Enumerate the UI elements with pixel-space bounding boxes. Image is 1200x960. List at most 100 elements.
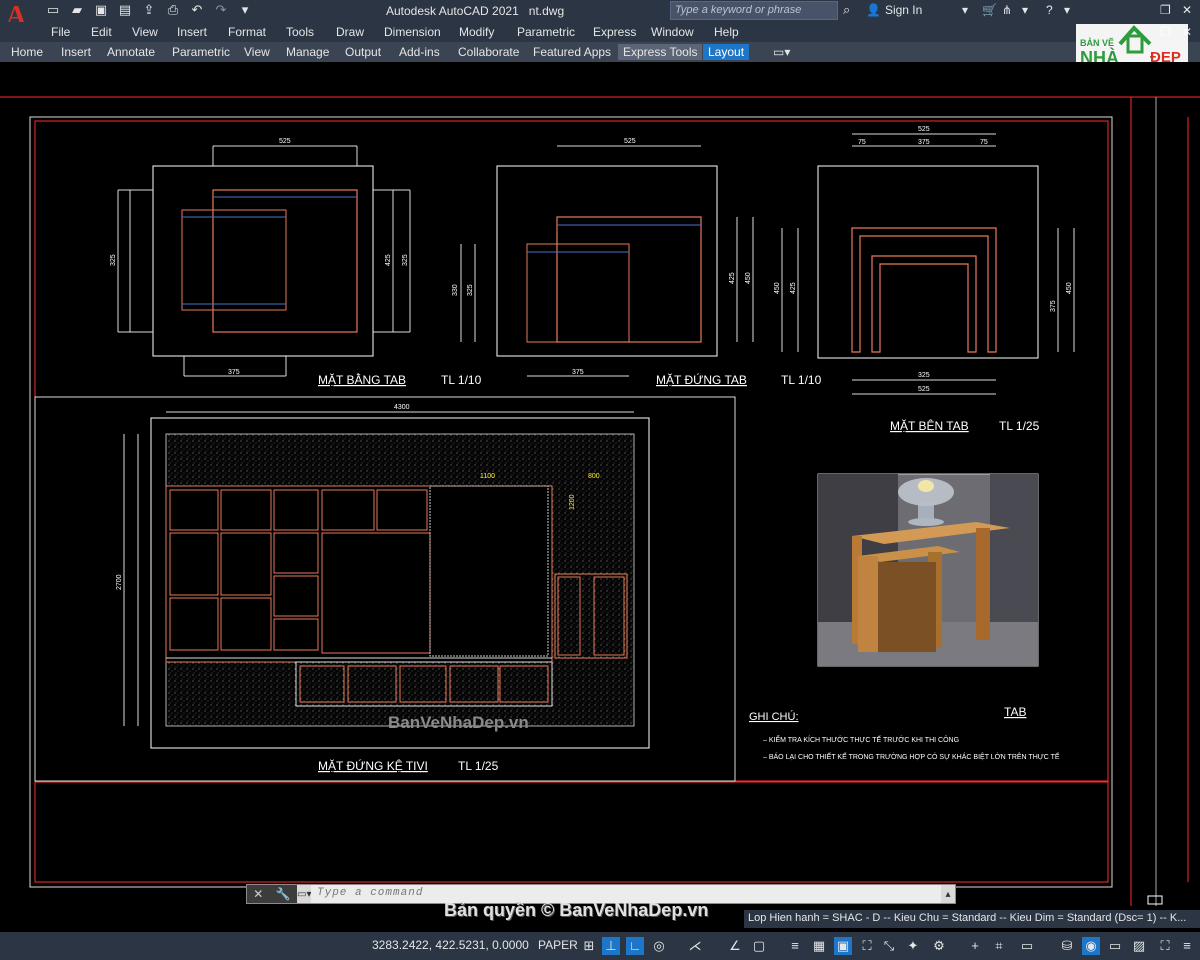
help-dropdown-icon[interactable]: ▾ [1064,3,1070,17]
elev-title: MẶT ĐỨNG TAB [656,372,747,387]
side-dim-top-b: 375 [918,139,930,146]
menu-format[interactable]: Format [228,25,266,39]
customize-dropdown-icon[interactable]: ▾ [236,1,254,19]
customize-command-line-icon[interactable]: 🔧 [276,887,291,901]
side-dim-bottom-b: 525 [918,386,930,393]
help-icon[interactable]: ? [1046,3,1053,17]
banvenhadep-logo: BẢN VẼ NHÀ ĐẸP [1076,14,1188,68]
elev-dim-right-b: 450 [745,272,752,284]
polar-tracking-icon[interactable]: ◎ [650,937,668,955]
annotation-monitor-icon[interactable]: + [966,937,984,955]
menu-file[interactable]: File [51,25,70,39]
menu-edit[interactable]: Edit [91,25,112,39]
open-folder-icon[interactable]: ▰ [68,1,86,19]
tab-manage[interactable]: Manage [281,44,334,60]
hardware-acceleration-icon[interactable]: ▭ [1106,937,1124,955]
side-dim-left-a: 450 [774,282,781,294]
elev-dim-left-b: 325 [467,284,474,296]
tab-insert[interactable]: Insert [56,44,96,60]
keyword-search-input[interactable]: Type a keyword or phrase [670,1,838,20]
redo-icon[interactable]: ↷ [212,1,230,19]
ribbon-tabs: Home Insert Annotate Parametric View Man… [0,42,1200,62]
isodraft-icon[interactable]: ⋌ [686,937,704,955]
side-dim-bottom-a: 325 [918,372,930,379]
tab-express-tools[interactable]: Express Tools [618,44,703,60]
save-as-icon[interactable]: ▤ [116,1,134,19]
lineweight-icon[interactable]: ≡ [786,937,804,955]
tv-dim-width: 4300 [394,404,410,411]
paper-space-toggle[interactable]: PAPER [538,938,578,952]
units-icon[interactable]: ⌗ [990,937,1008,955]
workspace-gear-icon[interactable]: ⚙ [930,937,948,955]
object-snap-icon[interactable]: ▢ [750,937,768,955]
quick-properties-icon[interactable]: ▭ [1018,937,1036,955]
autodesk-app-icon[interactable]: ⋔ [1002,3,1012,17]
tab-annotate[interactable]: Annotate [102,44,160,60]
clean-screen-icon[interactable]: ▨ [1130,937,1148,955]
logo-text-line1: BẢN VẼ [1080,37,1114,48]
tab-home[interactable]: Home [6,44,48,60]
menu-insert[interactable]: Insert [177,25,207,39]
menu-draw[interactable]: Draw [336,25,364,39]
menu-window[interactable]: Window [651,25,694,39]
autocad-window: A ▭ ▰ ▣ ▤ ⇪ ⎙ ↶ ↷ ▾ Autodesk AutoCAD 202… [0,0,1200,960]
snap-icon[interactable]: ⊥ [602,937,620,955]
annotation-visibility-icon[interactable]: ✦ [904,937,922,955]
signin-dropdown-icon[interactable]: ▾ [962,3,968,17]
close-command-line-icon[interactable]: ✕ [253,887,263,901]
tv-cabinet-elevation: 4300 2700 1100 800 1200 BanVeNhaDep.vn M… [116,404,650,773]
object-snap-tracking-icon[interactable]: ∠ [726,937,744,955]
menu-view[interactable]: View [132,25,158,39]
new-file-icon[interactable]: ▭ [44,1,62,19]
menu-bar: File Edit View Insert Format Tools Draw … [0,22,1200,42]
drawing-canvas[interactable]: 525 375 325 425 325 MẶT BẰNG TAB TL 1/10 [0,62,1200,906]
tab-parametric[interactable]: Parametric [167,44,235,60]
ortho-icon[interactable]: ∟ [626,937,644,955]
status-menu-icon[interactable]: ≡ [1178,937,1196,955]
cart-icon[interactable]: 🛒 [982,3,997,17]
tab-featured-apps[interactable]: Featured Apps [528,44,616,60]
print-icon[interactable]: ⎙ [164,1,182,19]
search-icon[interactable]: ⌕ [843,2,859,18]
lock-ui-icon[interactable]: ⛁ [1058,937,1076,955]
3d-osnap-icon[interactable]: ⛶ [858,937,876,955]
side-dim-right-a: 375 [1050,300,1057,312]
title-bar: A ▭ ▰ ▣ ▤ ⇪ ⎙ ↶ ↷ ▾ Autodesk AutoCAD 202… [0,0,1200,32]
menu-modify[interactable]: Modify [459,25,494,39]
command-line-controls: ✕ 🔧 [247,885,297,903]
transparency-icon[interactable]: ▦ [810,937,828,955]
menu-parametric[interactable]: Parametric [517,25,575,39]
command-expand-icon[interactable]: ▴ [941,889,955,900]
grid-icon[interactable]: ⊞ [580,937,598,955]
menu-help[interactable]: Help [714,25,739,39]
tab-layout[interactable]: Layout [703,44,750,60]
fullscreen-icon[interactable]: ⛶ [1156,937,1174,955]
coordinates-readout[interactable]: 3283.2422, 422.5231, 0.0000 [372,938,529,952]
command-history-icon[interactable]: ▭▾ [297,889,311,900]
tab-collaborate[interactable]: Collaborate [453,44,524,60]
tab-output[interactable]: Output [340,44,386,60]
side-dim-right-b: 450 [1066,282,1073,294]
menu-tools[interactable]: Tools [286,25,314,39]
side-dim-left-b: 425 [790,282,797,294]
undo-icon[interactable]: ↶ [188,1,206,19]
plan-dim-right-a: 425 [385,254,392,266]
menu-express[interactable]: Express [593,25,636,39]
selection-cycling-icon[interactable]: ▣ [834,937,852,955]
tab-view[interactable]: View [239,44,275,60]
sign-in-button[interactable]: 👤 Sign In [866,3,922,17]
isolate-objects-icon[interactable]: ◉ [1082,937,1100,955]
menu-dimension[interactable]: Dimension [384,25,441,39]
layer-status-line: Lop Hien hanh = SHAC - D -- Kieu Chu = S… [744,910,1200,928]
side-scale: TL 1/25 [999,419,1040,433]
plan-dim-left: 325 [110,254,117,266]
tab-add-ins[interactable]: Add-ins [394,44,445,60]
save-icon[interactable]: ▣ [92,1,110,19]
ribbon-toggle-icon[interactable]: ▭▾ [768,44,795,60]
elevation-view: 525 375 330 325 425 450 MẶT ĐỨNG TAB TL … [452,138,822,387]
elev-scale: TL 1/10 [781,373,822,387]
app-dropdown-icon[interactable]: ▾ [1022,3,1028,17]
share-icon[interactable]: ⇪ [140,1,158,19]
tv-dim-1200: 1200 [569,494,576,510]
annotation-scale-icon[interactable]: ⤡ [880,937,898,955]
